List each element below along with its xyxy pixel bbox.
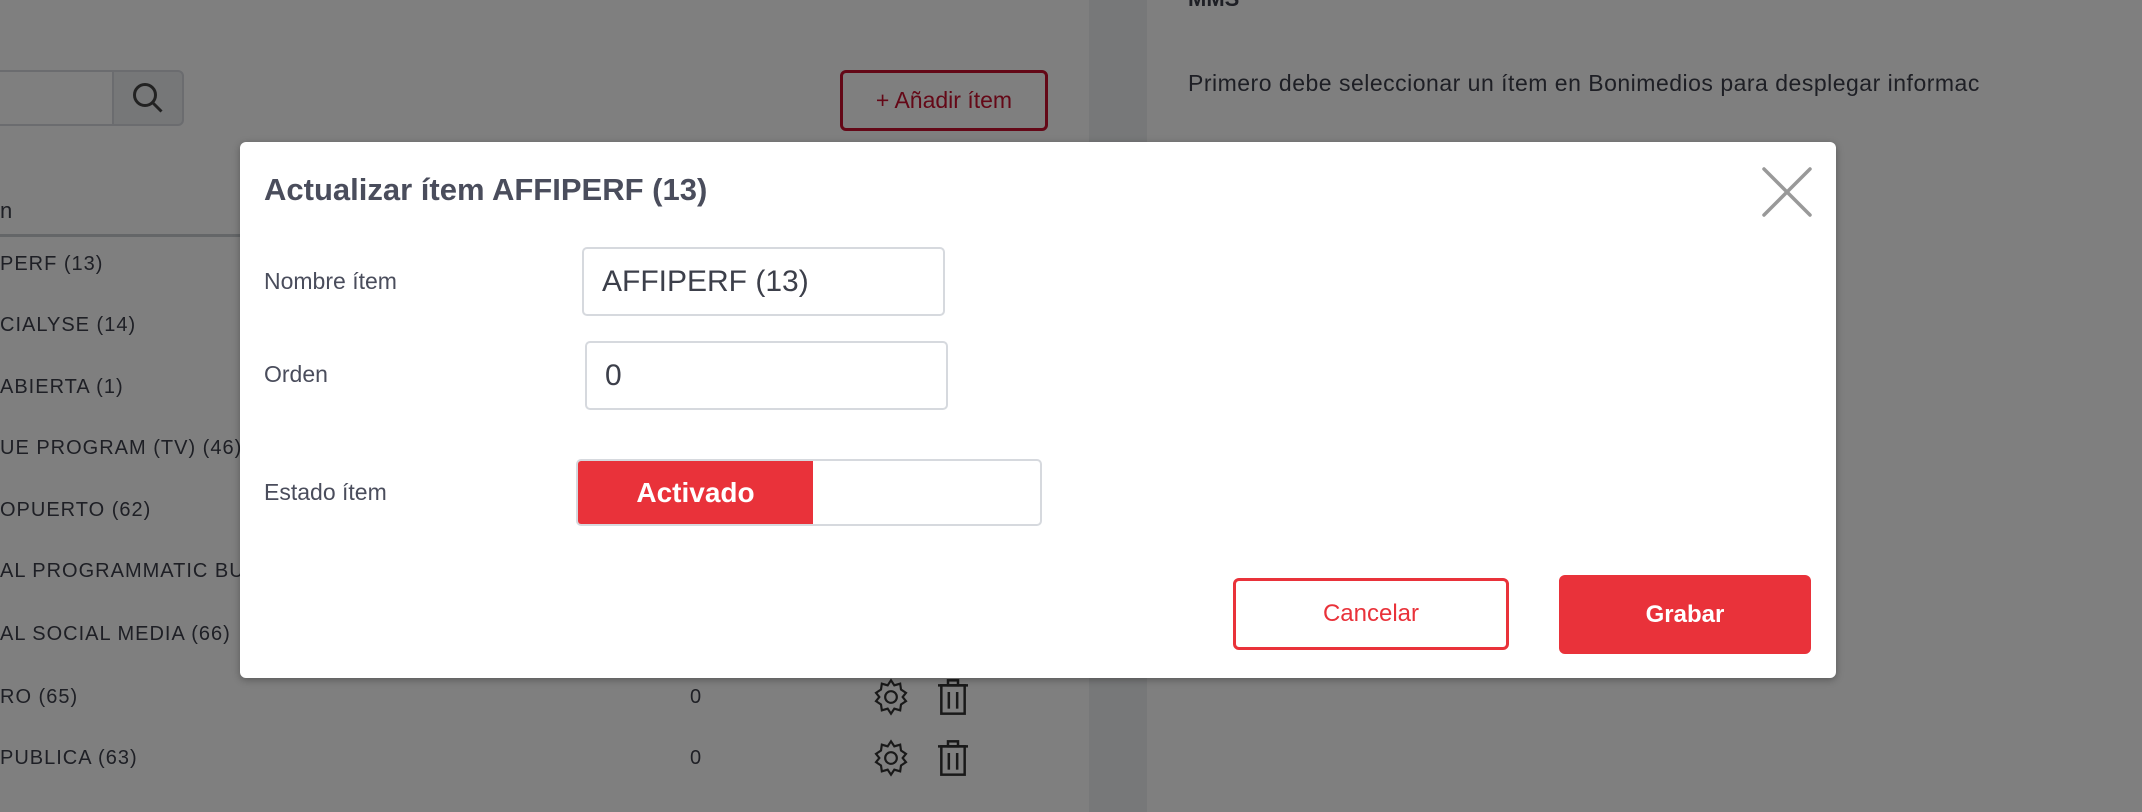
- status-label: Estado ítem: [264, 479, 387, 505]
- order-input[interactable]: 0: [585, 341, 948, 410]
- order-label: Orden: [264, 361, 328, 387]
- status-toggle[interactable]: Activado: [576, 459, 1042, 526]
- status-toggle-off[interactable]: [813, 461, 1040, 524]
- cancel-button[interactable]: Cancelar: [1233, 578, 1509, 650]
- update-item-modal: Actualizar ítem AFFIPERF (13) Nombre íte…: [240, 142, 1836, 678]
- name-label: Nombre ítem: [264, 268, 397, 294]
- close-icon[interactable]: [1762, 167, 1812, 217]
- modal-title: Actualizar ítem AFFIPERF (13): [264, 172, 708, 207]
- save-button[interactable]: Grabar: [1559, 575, 1811, 654]
- name-input[interactable]: AFFIPERF (13): [582, 247, 945, 316]
- status-toggle-on[interactable]: Activado: [578, 461, 813, 524]
